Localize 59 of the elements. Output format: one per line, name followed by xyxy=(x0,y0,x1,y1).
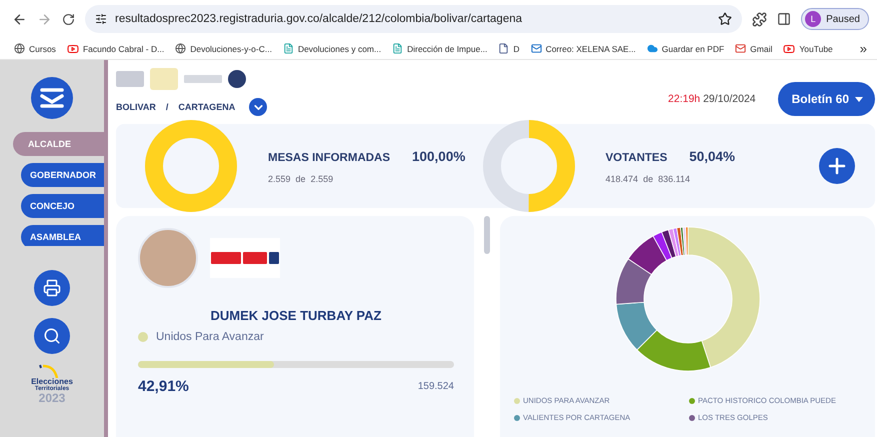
mail-icon xyxy=(735,43,746,54)
cloud-icon xyxy=(646,43,658,54)
video-icon xyxy=(66,42,79,54)
document-icon xyxy=(282,43,294,54)
stat-count: 418.474 de 836.114 xyxy=(606,174,691,184)
sidebar-tab[interactable]: ASAMBLEA xyxy=(21,225,104,246)
extensions-icon[interactable] xyxy=(752,12,768,26)
globe-icon xyxy=(14,43,25,54)
stat-count: 2.559 de 2.559 xyxy=(268,174,334,184)
bulletin-dropdown[interactable]: Boletín 60 xyxy=(778,82,875,116)
bookmark-item[interactable]: Devoluciones y com... xyxy=(282,43,382,54)
caret-icon xyxy=(855,96,863,102)
file-icon xyxy=(498,43,510,54)
document-icon xyxy=(392,43,404,54)
bookmark-item[interactable]: Gmail xyxy=(735,43,772,54)
party-name: Unidos Para Avanzar xyxy=(156,331,264,343)
stat-title: MESAS INFORMADAS xyxy=(268,152,390,164)
print-button[interactable] xyxy=(34,270,70,306)
search-icon xyxy=(43,327,61,345)
reload-icon[interactable] xyxy=(62,12,75,26)
bookmark-item[interactable]: Cursos xyxy=(14,43,56,54)
address-bar[interactable]: resultadosprec2023.registraduria.gov.co/alcalde/212/colombia/bolivar/cartagena xyxy=(85,5,742,33)
url-text: resultadosprec2023.registraduria.gov.co/alcalde/212/colombia/bolivar/cartagena xyxy=(115,13,524,25)
scrollbar-thumb[interactable] xyxy=(484,216,490,254)
dropdown-chevron-button[interactable] xyxy=(249,98,268,116)
add-button[interactable] xyxy=(819,148,855,184)
back-icon[interactable] xyxy=(12,12,27,26)
profile-button[interactable]: L Paused xyxy=(801,8,869,30)
breadcrumb-item[interactable]: BOLIVAR xyxy=(116,102,156,112)
candidate-name: DUMEK JOSE TURBAY PAZ xyxy=(210,308,382,323)
print-icon xyxy=(43,279,61,297)
bookmark-item[interactable]: Facundo Cabral - D... xyxy=(66,42,164,54)
bookmark-item[interactable]: Dirección de Impue... xyxy=(392,43,488,54)
vote-count: 159.524 xyxy=(418,381,454,392)
menu-logo-icon[interactable] xyxy=(31,77,73,119)
sidebar-tab[interactable]: GOBERNADOR xyxy=(21,163,104,187)
breadcrumb-item[interactable]: CARTAGENA xyxy=(178,102,236,112)
bookmark-item[interactable]: Guardar en PDF xyxy=(646,43,724,54)
bookmark-star-icon[interactable] xyxy=(718,12,732,26)
sidebar-tab[interactable]: CONCEJO xyxy=(21,194,104,218)
party-logo xyxy=(210,238,280,278)
site-settings-icon[interactable] xyxy=(95,13,107,25)
stat-percent: 100,00% xyxy=(412,148,466,164)
bookmark-item[interactable]: Devoluciones-y-o-C... xyxy=(175,43,272,54)
globe-icon xyxy=(175,43,186,54)
stat-percent: 50,04% xyxy=(689,148,736,164)
timestamp: 22:19h 29/10/2024 xyxy=(668,93,756,105)
side-panel-icon[interactable] xyxy=(777,12,792,26)
bookmark-item[interactable]: Correo: XELENA SAE... xyxy=(530,43,636,54)
bookmark-item[interactable]: D xyxy=(498,43,520,54)
profile-avatar: L xyxy=(805,11,822,27)
breadcrumb-separator: / xyxy=(166,102,168,112)
bookmark-item[interactable]: YouTube xyxy=(783,42,833,54)
mail-icon xyxy=(530,43,542,54)
more-bookmarks[interactable]: » xyxy=(860,41,867,56)
stat-title: VOTANTES xyxy=(606,152,668,164)
video-icon xyxy=(783,42,796,54)
search-button[interactable] xyxy=(34,318,70,354)
vote-percent: 42,91% xyxy=(138,378,189,395)
